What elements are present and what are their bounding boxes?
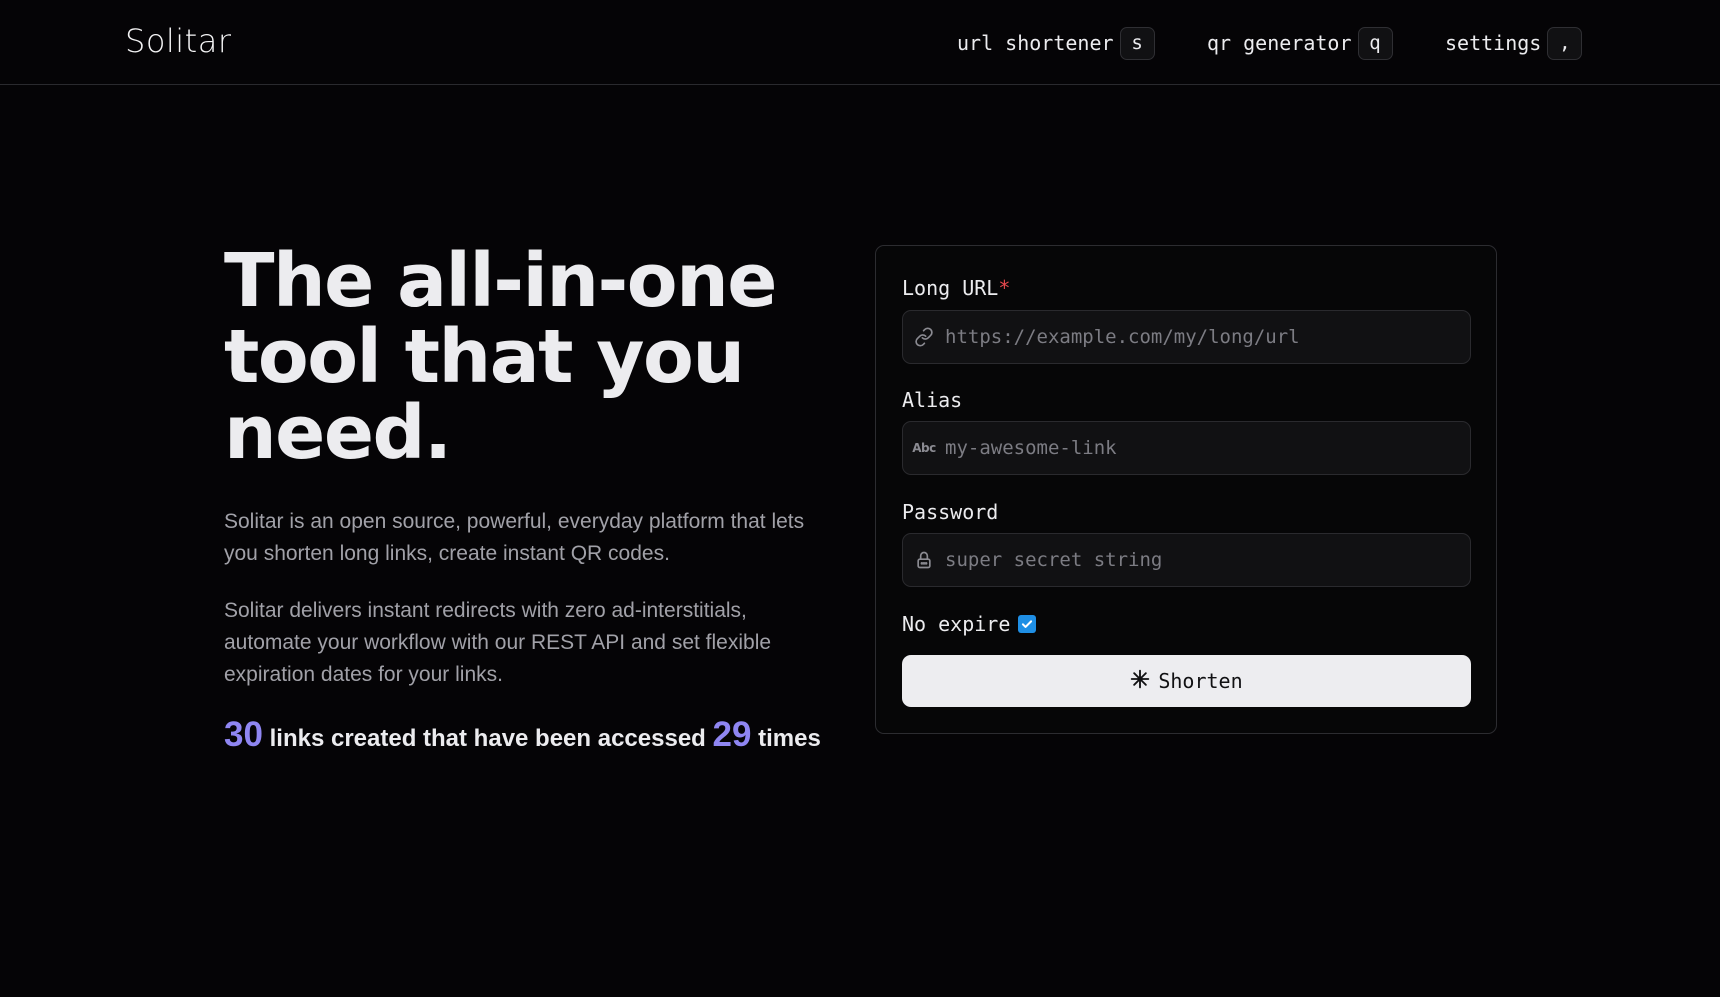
checkmark-icon [1022,620,1033,628]
top-navbar: Solitar url shortener s qr generator q s… [0,0,1720,85]
long-url-field [902,310,1471,364]
alias-field: Abc [902,421,1471,475]
stats-text-middle: links created that have been accessed [269,725,706,752]
abc-icon: Abc [903,422,945,474]
nav-settings[interactable]: settings , [1445,26,1583,60]
long-url-input[interactable] [945,311,1470,363]
nav-qr-generator-label: qr generator [1207,31,1352,55]
sparkle-icon [1130,669,1150,694]
shortcut-key-s: s [1119,26,1155,60]
nav-url-shortener-label: url shortener [957,31,1114,55]
hero-description-1: Solitar is an open source, powerful, eve… [224,510,805,565]
abc-icon-glyph: Abc [912,441,936,455]
shortcut-key-comma: , [1547,26,1583,60]
nav-url-shortener[interactable]: url shortener s [957,26,1155,60]
no-expire-row: No expire [902,612,1037,636]
long-url-label: Long URL* [902,276,1010,300]
stats-text-end: times [758,725,821,752]
alias-label: Alias [902,388,963,412]
no-expire-label: No expire [902,612,1011,636]
password-field [902,533,1471,587]
logo[interactable]: Solitar [125,22,231,60]
alias-input[interactable] [945,422,1470,474]
long-url-label-text: Long URL [902,276,999,300]
usage-stats: 30 links created that have been accessed… [224,715,821,755]
lock-icon [903,534,945,586]
link-icon [903,311,945,363]
hero-description-2: Solitar delivers instant redirects with … [224,599,772,686]
password-input[interactable] [945,534,1470,586]
shorten-button-label: Shorten [1158,669,1243,693]
links-created-count: 30 [224,715,263,754]
shorten-form: Long URL* Alias Abc Password [875,245,1497,734]
password-label: Password [902,500,999,524]
shorten-button[interactable]: Shorten [902,655,1471,707]
required-mark: * [998,276,1011,300]
times-accessed-count: 29 [712,715,752,754]
shortcut-key-q: q [1357,26,1393,60]
hero-title: The all-in-one tool that you need. [224,238,777,476]
nav-qr-generator[interactable]: qr generator q [1207,26,1393,60]
no-expire-checkbox[interactable] [1018,615,1037,633]
nav-settings-label: settings [1445,31,1542,55]
